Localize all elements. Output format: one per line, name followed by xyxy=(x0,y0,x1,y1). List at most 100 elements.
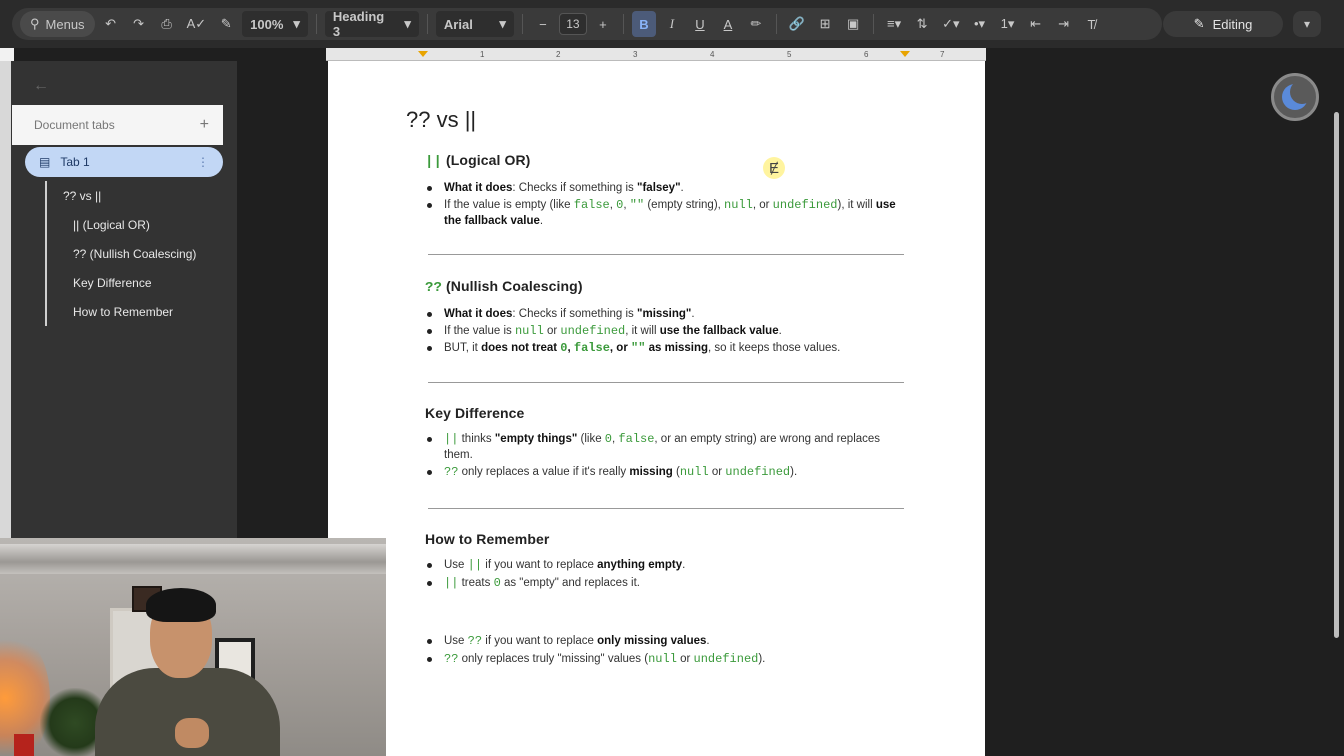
italic-icon[interactable]: I xyxy=(660,11,684,37)
ruler-tick: 2 xyxy=(556,50,561,59)
bold-text: "empty things" xyxy=(494,433,578,445)
bold-text: use the fallback value xyxy=(659,325,779,337)
checklist-icon[interactable]: ✓▾ xyxy=(938,11,963,37)
webcam-overlay xyxy=(0,538,386,756)
inline-code: 0 xyxy=(493,576,501,590)
outline-item[interactable]: ?? vs || xyxy=(47,181,225,210)
dark-mode-toggle[interactable] xyxy=(1271,73,1319,121)
decrease-indent-icon[interactable]: ⇤ xyxy=(1024,11,1048,37)
bold-icon[interactable]: B xyxy=(631,11,656,37)
right-margin-marker[interactable] xyxy=(900,51,910,57)
style-select[interactable]: Heading 3 ▾ xyxy=(324,9,419,39)
back-arrow-icon[interactable]: ← xyxy=(33,77,49,95)
bulleted-list-icon[interactable]: •▾ xyxy=(968,11,992,37)
list-item: What it does: Checks if something is "mi… xyxy=(425,306,905,322)
section-nullish-coalescing: ?? (Nullish Coalescing) What it does: Ch… xyxy=(425,278,905,357)
list-item: If the value is empty (like false, 0, ""… xyxy=(425,197,905,229)
document-page[interactable]: ?? vs || || (Logical OR) What it does: C… xyxy=(328,61,985,756)
editing-mode-label: Editing xyxy=(1212,16,1253,32)
image-icon[interactable]: ▣ xyxy=(841,11,865,37)
print-icon[interactable]: ⎙ xyxy=(155,11,179,37)
chevron-down-icon[interactable]: ▾ xyxy=(1293,11,1321,37)
ruler-tick: 7 xyxy=(940,50,945,59)
font-size-input[interactable]: 13 xyxy=(558,13,587,35)
document-icon: ▤ xyxy=(39,155,51,169)
vertical-scrollbar[interactable] xyxy=(1334,112,1339,638)
outline-list: ?? vs || || (Logical OR) ?? (Nullish Coa… xyxy=(45,181,225,326)
comment-icon[interactable]: ⊞ xyxy=(813,11,837,37)
inline-code: "" xyxy=(629,198,645,212)
increase-font-icon[interactable]: + xyxy=(591,11,615,37)
inline-code: ?? xyxy=(444,465,459,479)
editing-mode-button[interactable]: ✎ Editing xyxy=(1163,11,1283,37)
horizontal-rule xyxy=(428,382,904,383)
link-icon[interactable]: 🔗 xyxy=(785,11,809,37)
outline-item[interactable]: How to Remember xyxy=(47,297,225,326)
zoom-value: 100% xyxy=(250,16,284,32)
inline-code: false xyxy=(573,198,610,212)
ceiling-duct xyxy=(0,544,386,574)
zoom-select[interactable]: 100% ▾ xyxy=(242,11,308,37)
document-title: ?? vs || xyxy=(406,107,477,132)
vertical-ruler xyxy=(0,61,11,541)
underline-icon[interactable]: U xyxy=(688,11,712,37)
toolbar: ⚲ Menus ↶ ↷ ⎙ A✓ ✎ 100% ▾ Heading 3 ▾ Ar… xyxy=(0,0,1344,48)
horizontal-rule xyxy=(428,508,904,509)
tab-item[interactable]: ▤ Tab 1 ⋮ xyxy=(25,147,223,177)
toolbar-divider xyxy=(775,14,777,34)
inline-code: false xyxy=(618,432,655,446)
tab-label: Tab 1 xyxy=(60,155,90,169)
clear-formatting-icon[interactable]: T̸ xyxy=(1080,11,1104,37)
outline-item[interactable]: ?? (Nullish Coalescing) xyxy=(47,239,225,268)
ruler-tick: 4 xyxy=(710,50,715,59)
redo-icon[interactable]: ↷ xyxy=(127,11,151,37)
horizontal-ruler[interactable]: 1 2 3 4 5 6 7 xyxy=(326,48,986,61)
list-item: What it does: Checks if something is "fa… xyxy=(425,180,905,196)
bold-text: What it does xyxy=(444,182,513,194)
menus-button[interactable]: ⚲ Menus xyxy=(20,11,95,37)
toolbar-divider xyxy=(873,14,875,34)
section-heading: How to Remember xyxy=(425,531,550,547)
add-tab-icon[interactable]: + xyxy=(200,116,209,134)
inline-code: || xyxy=(467,558,483,572)
ruler-tick: 1 xyxy=(480,50,485,59)
bold-text: does not treat xyxy=(481,342,561,354)
text: , or xyxy=(752,199,773,211)
ruler-corner xyxy=(0,48,14,61)
more-options-icon[interactable]: ⋮ xyxy=(197,155,209,169)
inline-code: undefined xyxy=(772,198,838,212)
chevron-down-icon: ▾ xyxy=(293,16,300,31)
section-heading: || (Logical OR) xyxy=(425,152,905,170)
inline-code: || xyxy=(425,154,443,170)
toolbar-strip: ⚲ Menus ↶ ↷ ⎙ A✓ ✎ 100% ▾ Heading 3 ▾ Ar… xyxy=(12,8,1162,40)
increase-indent-icon[interactable]: ⇥ xyxy=(1052,11,1076,37)
outline-item[interactable]: Key Difference xyxy=(47,268,225,297)
decrease-font-icon[interactable]: − xyxy=(531,11,555,37)
spellcheck-icon[interactable]: A✓ xyxy=(183,11,211,37)
presenter-hand xyxy=(175,718,209,748)
highlight-icon[interactable]: ✏ xyxy=(744,11,768,37)
toolbar-divider xyxy=(315,14,317,34)
document-outline-sidebar: ← Document tabs + ▤ Tab 1 ⋮ ?? vs || || … xyxy=(11,61,237,541)
list-item: ?? only replaces a value if it's really … xyxy=(425,464,905,480)
font-select[interactable]: Arial ▾ xyxy=(435,11,514,37)
text: If the value is xyxy=(444,325,515,337)
indent-marker[interactable] xyxy=(418,51,428,57)
undo-icon[interactable]: ↶ xyxy=(99,11,123,37)
list-item: || thinks "empty things" (like 0, false,… xyxy=(425,431,905,463)
inline-code: 0 xyxy=(604,432,612,446)
toolbar-divider xyxy=(622,14,624,34)
text-color-icon[interactable]: A xyxy=(716,11,740,37)
numbered-list-icon[interactable]: 1▾ xyxy=(996,11,1020,37)
outline-item[interactable]: || (Logical OR) xyxy=(47,210,225,239)
align-icon[interactable]: ≡▾ xyxy=(882,11,906,37)
inline-code: null xyxy=(648,652,677,666)
menus-label: Menus xyxy=(45,16,85,32)
chevron-down-icon: ▾ xyxy=(404,16,411,31)
presenter-hair xyxy=(146,588,216,622)
paint-format-icon[interactable]: ✎ xyxy=(214,11,238,37)
text: Use xyxy=(444,635,468,647)
line-spacing-icon[interactable]: ⇅ xyxy=(910,11,934,37)
section-heading: Key Difference xyxy=(425,405,525,421)
bullet-list: What it does: Checks if something is "fa… xyxy=(425,180,905,229)
